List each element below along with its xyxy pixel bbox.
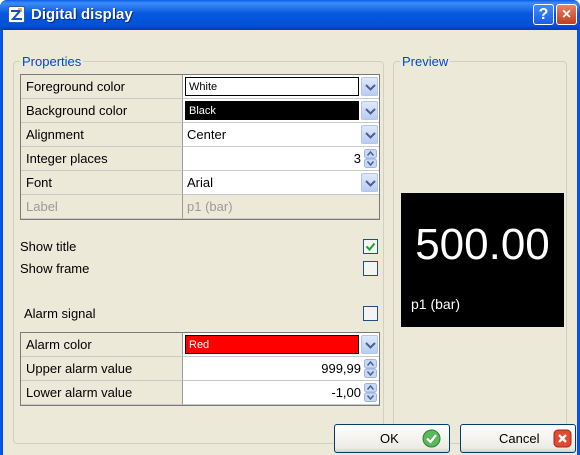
spin-buttons[interactable]	[364, 149, 377, 168]
spin-buttons[interactable]	[364, 383, 377, 402]
swatch-text: White	[189, 81, 218, 93]
chevron-down-icon	[365, 108, 376, 115]
background-color-select[interactable]: Black	[183, 99, 379, 123]
alarm-signal-row: Alarm signal	[24, 304, 384, 324]
dialog-client: Properties Foreground color White Backgr…	[3, 30, 577, 455]
properties-legend: Properties	[22, 54, 82, 69]
checkmark-icon	[365, 242, 376, 251]
preview-display: 500.00 p1 (bar)	[401, 193, 564, 327]
foreground-color-select[interactable]: White	[183, 75, 379, 99]
dropdown-button[interactable]	[361, 101, 378, 120]
row-lower-alarm: Lower alarm value -1,00	[21, 381, 379, 405]
dropdown-button[interactable]	[361, 335, 378, 354]
color-swatch: Black	[185, 101, 359, 120]
row-label: Foreground color	[21, 75, 183, 99]
row-font: Font Arial	[21, 171, 379, 195]
chevron-down-icon	[365, 180, 376, 187]
swatch-text: Red	[189, 339, 210, 351]
row-label: Alarm color	[21, 333, 183, 357]
color-swatch: White	[185, 77, 359, 96]
preview-label: p1 (bar)	[411, 296, 461, 312]
close-button[interactable]: ×	[556, 4, 577, 25]
dropdown-button[interactable]	[361, 125, 378, 144]
row-label: Lower alarm value	[21, 381, 183, 405]
show-frame-row: Show frame	[20, 259, 380, 279]
row-label: Font	[21, 171, 183, 195]
upper-alarm-value: 999,99	[321, 361, 361, 376]
dropdown-button[interactable]	[361, 77, 378, 96]
row-label: Alignment	[21, 123, 183, 147]
row-label: Integer places	[21, 147, 183, 171]
row-foreground-color: Foreground color White	[21, 75, 379, 99]
chevron-down-icon	[365, 84, 376, 91]
show-frame-label: Show frame	[20, 261, 90, 276]
properties-grid: Foreground color White Background color …	[20, 74, 380, 220]
spin-arrows-icon	[364, 383, 377, 402]
dialog-window: Digital display ? × Properties Foregroun…	[0, 0, 580, 455]
show-title-label: Show title	[20, 239, 77, 254]
row-alignment: Alignment Center	[21, 123, 379, 147]
alignment-value: Center	[187, 127, 227, 142]
alignment-select[interactable]: Center	[183, 123, 379, 147]
row-upper-alarm: Upper alarm value 999,99	[21, 357, 379, 381]
ok-button[interactable]: OK	[334, 424, 450, 453]
row-integer-places: Integer places 3	[21, 147, 379, 171]
check-icon	[422, 429, 441, 448]
row-label: Upper alarm value	[21, 357, 183, 381]
integer-places-value: 3	[353, 151, 361, 166]
row-label-field: Label p1 (bar)	[21, 195, 379, 219]
help-button[interactable]: ?	[533, 4, 554, 25]
window-title: Digital display	[31, 6, 133, 23]
spin-buttons[interactable]	[364, 359, 377, 378]
title-bar[interactable]: Digital display ? ×	[0, 0, 580, 30]
show-frame-checkbox[interactable]	[363, 261, 378, 276]
upper-alarm-spinner[interactable]: 999,99	[183, 357, 379, 381]
chevron-down-icon	[365, 342, 376, 349]
spin-arrows-icon	[364, 149, 377, 168]
preview-value: 500.00	[415, 220, 550, 269]
row-alarm-color: Alarm color Red	[21, 333, 379, 357]
integer-places-spinner[interactable]: 3	[183, 147, 379, 171]
alarm-color-select[interactable]: Red	[183, 333, 379, 357]
close-icon: ×	[561, 6, 572, 23]
help-icon: ?	[538, 6, 549, 23]
row-label: Label	[21, 195, 183, 219]
spin-arrows-icon	[364, 359, 377, 378]
preview-legend: Preview	[402, 54, 449, 69]
app-icon	[8, 6, 25, 23]
row-label: Background color	[21, 99, 183, 123]
chevron-down-icon	[365, 132, 376, 139]
cancel-icon	[553, 429, 572, 448]
show-title-row: Show title	[20, 237, 380, 257]
row-background-color: Background color Black	[21, 99, 379, 123]
alarm-signal-checkbox[interactable]	[363, 306, 378, 321]
dropdown-button[interactable]	[361, 173, 378, 192]
lower-alarm-spinner[interactable]: -1,00	[183, 381, 379, 405]
swatch-text: Black	[189, 105, 216, 117]
alarm-signal-label: Alarm signal	[24, 306, 96, 321]
cancel-label: Cancel	[499, 431, 540, 446]
font-value: Arial	[187, 175, 214, 190]
cancel-button[interactable]: Cancel	[460, 424, 576, 453]
color-swatch: Red	[185, 335, 359, 354]
show-title-checkbox[interactable]	[363, 239, 378, 254]
label-field: p1 (bar)	[183, 195, 379, 219]
font-select[interactable]: Arial	[183, 171, 379, 195]
ok-label: OK	[380, 431, 399, 446]
alarm-grid: Alarm color Red Upper alarm value 999,99	[20, 332, 380, 406]
lower-alarm-value: -1,00	[331, 385, 361, 400]
